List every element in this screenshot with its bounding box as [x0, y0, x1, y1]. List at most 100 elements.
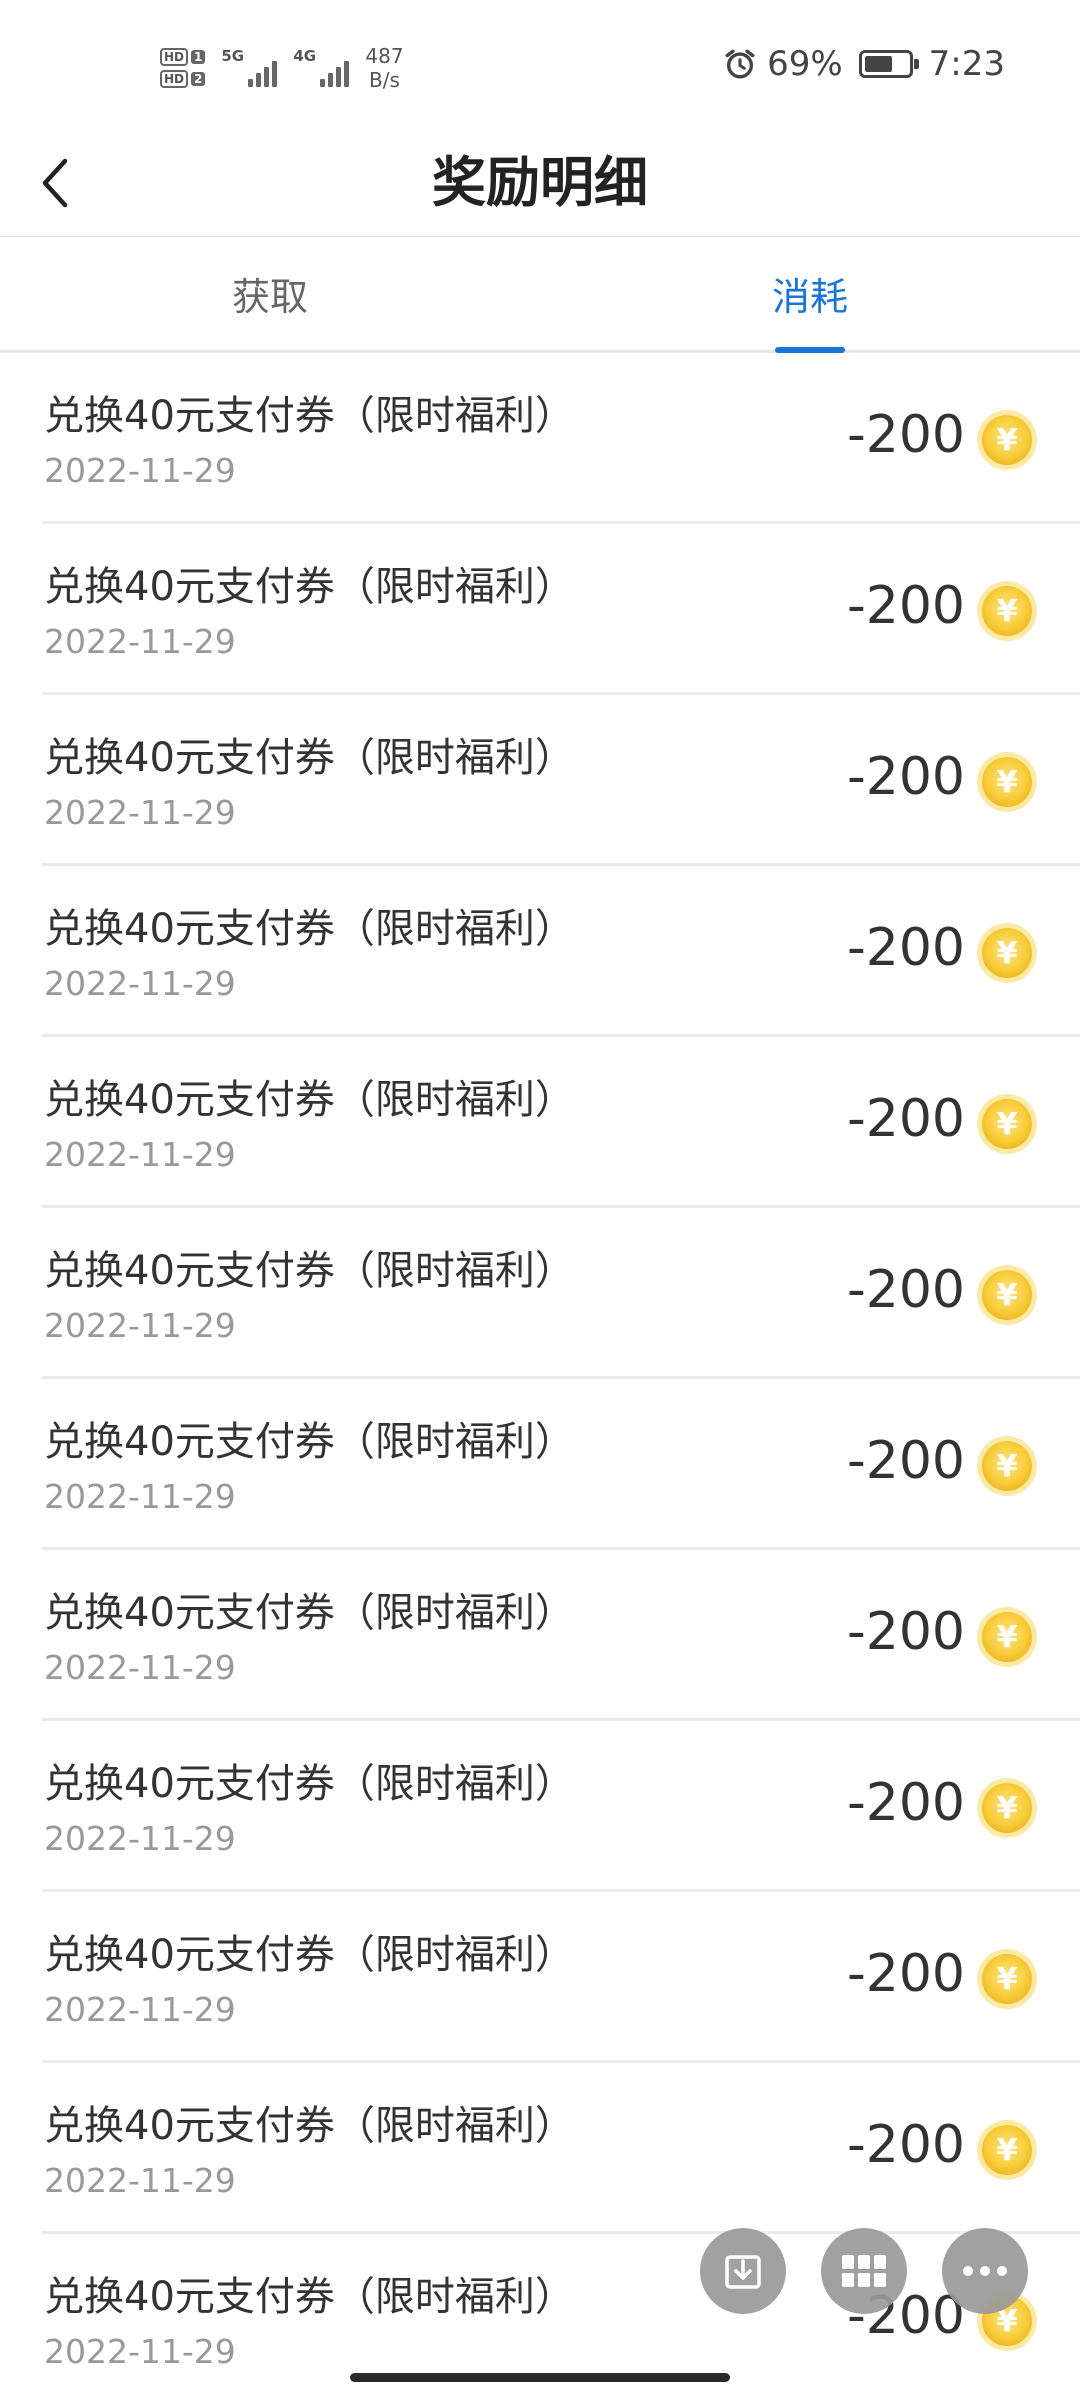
status-bar: HD 1 HD 2 5G 4G 487 B/s 69% 7:23 [0, 0, 1080, 130]
record-amount: -200 [846, 1773, 965, 1833]
home-indicator[interactable] [350, 2373, 730, 2382]
record-date: 2022-11-29 [44, 622, 236, 661]
record-amount: -200 [846, 2115, 965, 2175]
coin-symbol: ¥ [997, 423, 1018, 458]
coin-icon: ¥ [977, 2120, 1037, 2180]
coin-icon: ¥ [977, 752, 1037, 812]
coin-symbol: ¥ [997, 1449, 1018, 1484]
list-item[interactable]: 兑换40元支付券（限时福利） 2022-11-29 -200 ¥ [42, 866, 1080, 1037]
record-amount: -200 [846, 1602, 965, 1662]
list-item[interactable]: 兑换40元支付券（限时福利） 2022-11-29 -200 ¥ [42, 353, 1080, 524]
coin-symbol: ¥ [997, 1962, 1018, 1997]
coin-icon: ¥ [977, 1778, 1037, 1838]
network-speed-unit: B/s [369, 68, 400, 92]
battery-level [864, 56, 892, 72]
grid-icon [842, 2255, 886, 2287]
list-item[interactable]: 兑换40元支付券（限时福利） 2022-11-29 -200 ¥ [42, 524, 1080, 695]
list-item[interactable]: 兑换40元支付券（限时福利） 2022-11-29 -200 ¥ [42, 695, 1080, 866]
network-type: 4G [293, 47, 317, 65]
record-amount: -200 [846, 918, 965, 978]
record-amount: -200 [846, 576, 965, 636]
hd-label: HD [160, 70, 189, 88]
list-item[interactable]: 兑换40元支付券（限时福利） 2022-11-29 -200 ¥ [42, 2063, 1080, 2234]
header: 奖励明细 [0, 130, 1080, 237]
record-date: 2022-11-29 [44, 2161, 236, 2200]
record-title: 兑换40元支付券（限时福利） [44, 906, 575, 952]
page-title: 奖励明细 [432, 151, 648, 214]
record-date: 2022-11-29 [44, 1306, 236, 1345]
record-title: 兑换40元支付券（限时福利） [44, 1248, 575, 1294]
network-speed: 487 B/s [365, 44, 403, 92]
tab-bar: 获取 消耗 [0, 237, 1080, 353]
network-speed-value: 487 [365, 44, 404, 68]
record-amount: -200 [846, 1431, 965, 1491]
coin-symbol: ¥ [997, 1278, 1018, 1313]
record-date: 2022-11-29 [44, 1477, 236, 1516]
coin-icon: ¥ [977, 923, 1037, 983]
record-title: 兑换40元支付券（限时福利） [44, 1761, 575, 1807]
tab-label: 消耗 [771, 275, 848, 319]
record-date: 2022-11-29 [44, 793, 236, 832]
record-date: 2022-11-29 [44, 1648, 236, 1687]
record-title: 兑换40元支付券（限时福利） [44, 1419, 575, 1465]
record-amount: -200 [846, 1260, 965, 1320]
coin-icon: ¥ [977, 1265, 1037, 1325]
record-title: 兑换40元支付券（限时福利） [44, 2274, 575, 2320]
sim-number: 2 [191, 72, 206, 86]
more-icon [963, 2266, 1007, 2276]
record-list[interactable]: 兑换40元支付券（限时福利） 2022-11-29 -200 ¥ 兑换40元支付… [0, 353, 1080, 2400]
back-button[interactable] [22, 150, 88, 216]
grid-menu-button[interactable] [821, 2228, 907, 2314]
record-title: 兑换40元支付券（限时福利） [44, 1077, 575, 1123]
status-bar-right: 69% 7:23 [723, 44, 1005, 84]
sim-indicators: HD 1 HD 2 [160, 48, 206, 88]
coin-icon: ¥ [977, 1436, 1037, 1496]
status-bar-left: HD 1 HD 2 5G 4G 487 B/s [160, 38, 404, 98]
tab-label: 获取 [231, 275, 308, 319]
tab-obtain[interactable]: 获取 [0, 237, 540, 350]
coin-symbol: ¥ [997, 936, 1018, 971]
sim-number: 1 [191, 50, 206, 64]
coin-symbol: ¥ [997, 1107, 1018, 1142]
download-icon [725, 2255, 761, 2289]
record-amount: -200 [846, 747, 965, 807]
record-date: 2022-11-29 [44, 2332, 236, 2371]
alarm-clock-icon [725, 49, 755, 79]
list-item[interactable]: 兑换40元支付券（限时福利） 2022-11-29 -200 ¥ [42, 1550, 1080, 1721]
more-button[interactable] [942, 2228, 1028, 2314]
coin-icon: ¥ [977, 1094, 1037, 1154]
tab-consume[interactable]: 消耗 [540, 237, 1080, 353]
record-title: 兑换40元支付券（限时福利） [44, 2103, 575, 2149]
sim2-hd-badge: HD 2 [160, 70, 206, 88]
chevron-left-icon [42, 158, 68, 208]
battery-icon [858, 50, 919, 78]
coin-icon: ¥ [977, 410, 1037, 470]
coin-icon: ¥ [977, 1949, 1037, 2009]
sim1-hd-badge: HD 1 [160, 48, 206, 66]
coin-icon: ¥ [977, 581, 1037, 641]
coin-icon: ¥ [977, 1607, 1037, 1667]
record-title: 兑换40元支付券（限时福利） [44, 1932, 575, 1978]
screen: HD 1 HD 2 5G 4G 487 B/s 69% 7:23 奖励明细 获取… [0, 0, 1080, 2400]
record-title: 兑换40元支付券（限时福利） [44, 564, 575, 610]
list-item[interactable]: 兑换40元支付券（限时福利） 2022-11-29 -200 ¥ [42, 1208, 1080, 1379]
record-amount: -200 [846, 405, 965, 465]
signal-5g-icon: 5G [221, 45, 278, 91]
download-button[interactable] [700, 2228, 786, 2314]
coin-symbol: ¥ [997, 594, 1018, 629]
record-amount: -200 [846, 1089, 965, 1149]
hd-label: HD [160, 48, 189, 66]
list-item[interactable]: 兑换40元支付券（限时福利） 2022-11-29 -200 ¥ [42, 1721, 1080, 1892]
record-date: 2022-11-29 [44, 451, 236, 490]
list-item[interactable]: 兑换40元支付券（限时福利） 2022-11-29 -200 ¥ [42, 1037, 1080, 1208]
list-item[interactable]: 兑换40元支付券（限时福利） 2022-11-29 -200 ¥ [42, 1892, 1080, 2063]
record-title: 兑换40元支付券（限时福利） [44, 1590, 575, 1636]
record-title: 兑换40元支付券（限时福利） [44, 735, 575, 781]
list-item[interactable]: 兑换40元支付券（限时福利） 2022-11-29 -200 ¥ [42, 1379, 1080, 1550]
record-title: 兑换40元支付券（限时福利） [44, 393, 575, 439]
record-date: 2022-11-29 [44, 1990, 236, 2029]
coin-symbol: ¥ [997, 2133, 1018, 2168]
record-date: 2022-11-29 [44, 1135, 236, 1174]
record-amount: -200 [846, 1944, 965, 2004]
coin-symbol: ¥ [997, 1791, 1018, 1826]
